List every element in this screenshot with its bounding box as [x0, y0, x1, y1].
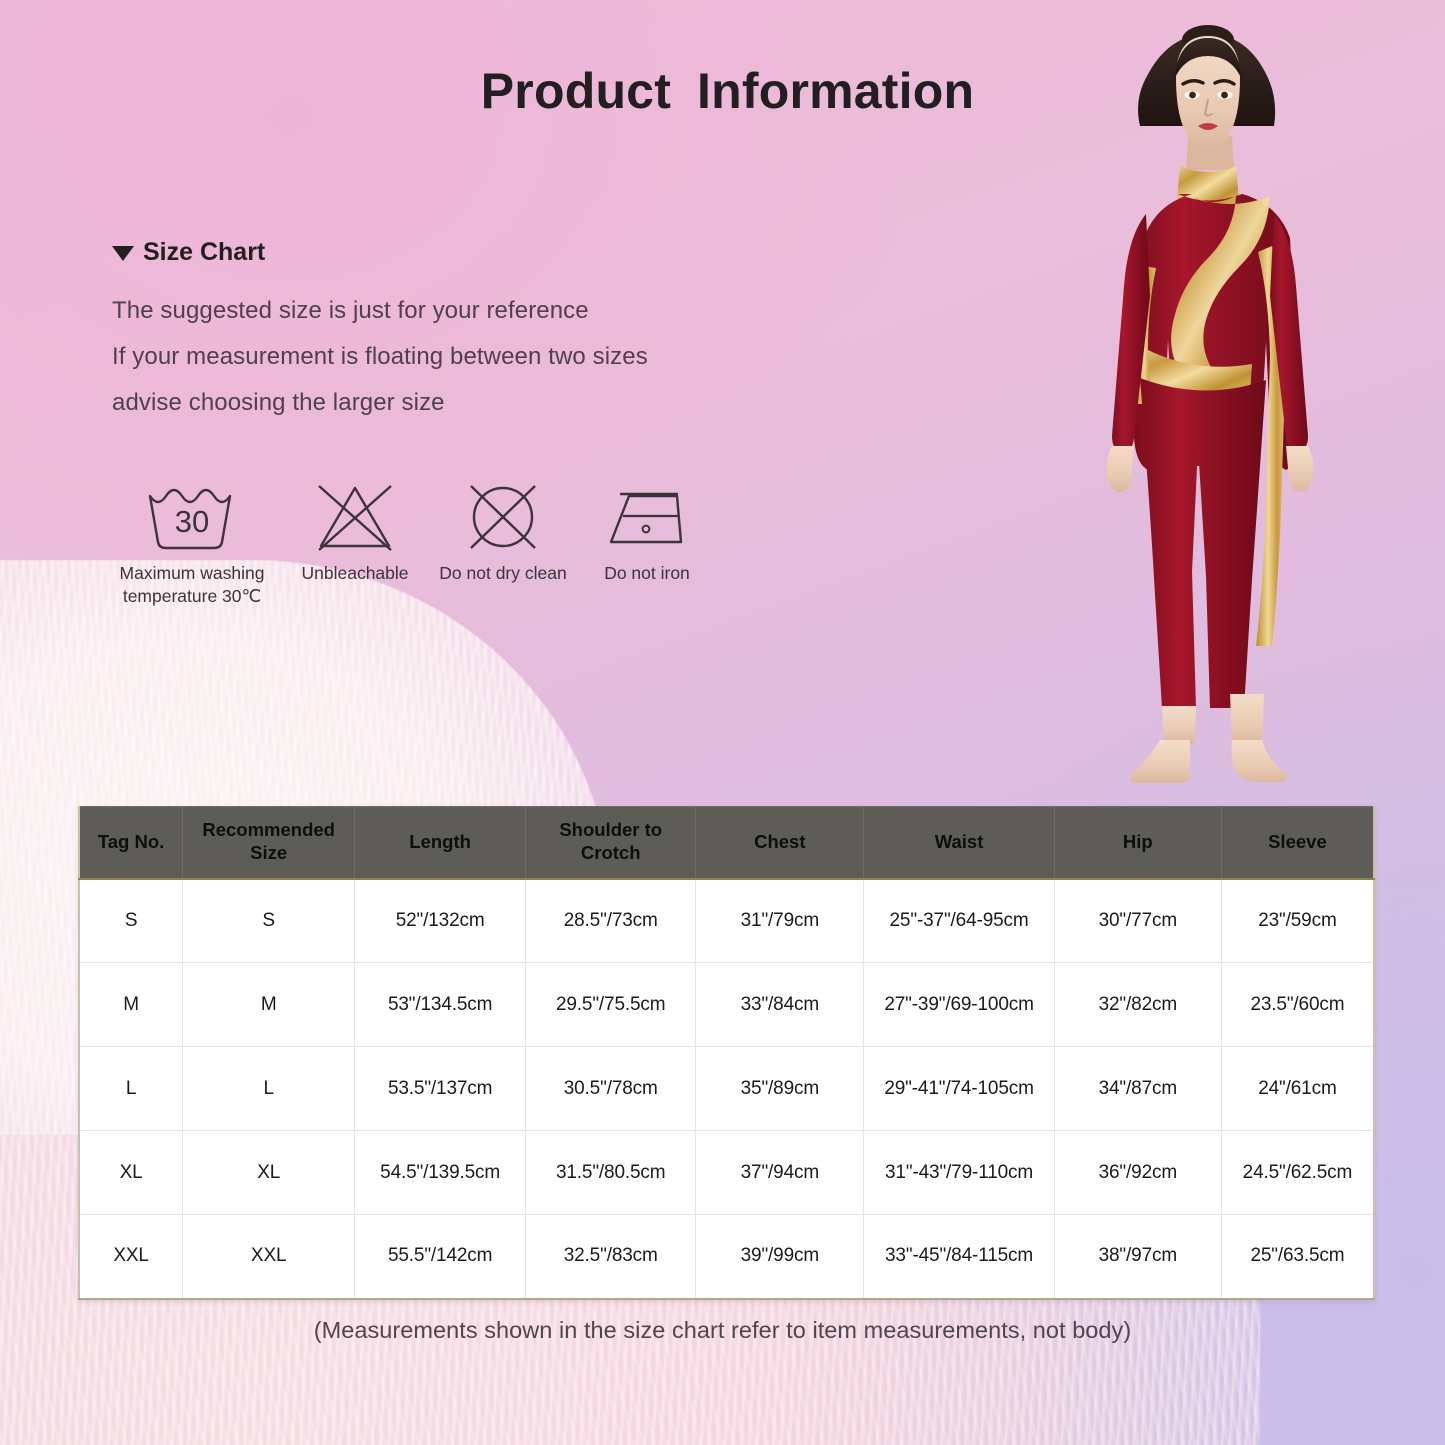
cell-length: 55.5"/142cm: [354, 1214, 527, 1300]
table-row: L L 53.5"/137cm 30.5"/78cm 35"/89cm 29"-…: [78, 1046, 1375, 1131]
triangle-down-icon: [112, 246, 134, 261]
header-line: Shoulder to: [559, 819, 663, 841]
cell-length: 53.5"/137cm: [354, 1046, 527, 1131]
cell-waist: 25"-37"/64-95cm: [863, 878, 1055, 963]
cell-chest: 39"/99cm: [695, 1214, 865, 1300]
care-symbol-unbleachable: Unbleachable: [281, 478, 429, 585]
column-header-length: Length: [354, 806, 527, 880]
table-row: XL XL 54.5"/139.5cm 31.5"/80.5cm 37"/94c…: [78, 1130, 1375, 1215]
size-chart-note-1: The suggested size is just for your refe…: [112, 297, 589, 324]
cell-shoulder-to-crotch: 29.5"/75.5cm: [525, 962, 697, 1047]
cell-tag-no: L: [78, 1046, 184, 1131]
cell-recommended-size: XXL: [182, 1214, 356, 1300]
header-line: Size: [250, 842, 288, 864]
cell-sleeve: 24"/61cm: [1220, 1046, 1375, 1131]
column-header-hip: Hip: [1053, 806, 1222, 880]
header-line: Sleeve: [1268, 830, 1327, 852]
cell-hip: 32"/82cm: [1053, 962, 1222, 1047]
cell-shoulder-to-crotch: 31.5"/80.5cm: [525, 1130, 697, 1215]
no-iron-icon: [601, 478, 693, 556]
cell-waist: 33"-45"/84-115cm: [863, 1214, 1055, 1300]
cell-hip: 34"/87cm: [1053, 1046, 1222, 1131]
header-line: Waist: [934, 830, 984, 852]
cell-chest: 33"/84cm: [695, 962, 865, 1047]
table-header-row: Tag No. Recommended Size Length Shoulder…: [78, 806, 1375, 880]
cell-tag-no: XL: [78, 1130, 184, 1215]
cell-recommended-size: S: [182, 878, 356, 963]
no-dry-clean-circle-icon: [461, 478, 545, 556]
care-symbol-no-iron: Do not iron: [577, 478, 717, 585]
cell-recommended-size: XL: [182, 1130, 356, 1215]
cell-waist: 31"-43"/79-110cm: [863, 1130, 1055, 1215]
size-chart-note-3: advise choosing the larger size: [112, 389, 445, 417]
size-chart-note-2: If your measurement is floating between …: [112, 343, 648, 371]
size-chart-table: Tag No. Recommended Size Length Shoulder…: [78, 806, 1375, 1300]
column-header-sleeve: Sleeve: [1220, 806, 1375, 880]
cell-hip: 38"/97cm: [1053, 1214, 1222, 1300]
size-chart-section: Size Chart The suggested size is just fo…: [112, 238, 872, 426]
column-header-chest: Chest: [695, 806, 865, 880]
care-symbol-label: Do not iron: [604, 563, 690, 583]
cell-sleeve: 24.5"/62.5cm: [1220, 1130, 1375, 1215]
wash-tub-30-icon: 30: [142, 478, 242, 556]
cell-recommended-size: L: [182, 1046, 356, 1131]
cell-shoulder-to-crotch: 28.5"/73cm: [525, 878, 697, 963]
cell-length: 53"/134.5cm: [354, 962, 527, 1047]
cell-sleeve: 25"/63.5cm: [1220, 1214, 1375, 1300]
page-title: Product Information: [0, 62, 1445, 120]
svg-text:30: 30: [175, 504, 209, 539]
page-title-word-1: Product: [480, 63, 672, 119]
size-chart-heading-label: Size Chart: [143, 238, 266, 266]
care-symbol-label: Unbleachable: [301, 563, 409, 583]
header-line: Tag No.: [97, 830, 165, 852]
header-line: Hip: [1122, 830, 1153, 852]
cell-length: 54.5"/139.5cm: [354, 1130, 527, 1215]
cell-sleeve: 23"/59cm: [1220, 878, 1375, 963]
cell-hip: 36"/92cm: [1053, 1130, 1222, 1215]
size-chart-heading: Size Chart: [112, 238, 872, 267]
measurements-disclaimer: (Measurements shown in the size chart re…: [313, 1317, 1132, 1343]
cell-chest: 31"/79cm: [695, 878, 865, 963]
header-line: Recommended: [202, 819, 335, 841]
table-row: M M 53"/134.5cm 29.5"/75.5cm 33"/84cm 27…: [78, 962, 1375, 1047]
page-title-word-2: Information: [697, 63, 975, 119]
cell-sleeve: 23.5"/60cm: [1220, 962, 1375, 1047]
cell-chest: 37"/94cm: [695, 1130, 865, 1215]
column-header-tag-no: Tag No.: [78, 806, 184, 880]
column-header-shoulder-to-crotch: Shoulder to Crotch: [525, 806, 697, 880]
cell-shoulder-to-crotch: 30.5"/78cm: [525, 1046, 697, 1131]
cell-tag-no: M: [78, 962, 184, 1047]
care-symbol-label: Do not dry clean: [439, 563, 567, 583]
cell-shoulder-to-crotch: 32.5"/83cm: [525, 1214, 697, 1300]
no-bleach-triangle-icon: [311, 478, 399, 556]
care-symbol-max-wash-temp: 30 Maximum washing temperature 30℃: [103, 478, 281, 609]
cell-waist: 29"-41"/74-105cm: [863, 1046, 1055, 1131]
header-line: Chest: [754, 830, 806, 852]
header-line: Crotch: [580, 842, 641, 864]
care-symbol-no-dry-clean: Do not dry clean: [429, 478, 577, 585]
header-line: Length: [409, 830, 471, 852]
table-row: S S 52"/132cm 28.5"/73cm 31"/79cm 25"-37…: [78, 878, 1375, 963]
care-symbols-row: 30 Maximum washing temperature 30℃ Unble…: [103, 478, 717, 609]
cell-chest: 35"/89cm: [695, 1046, 865, 1131]
cell-tag-no: S: [78, 878, 184, 963]
cell-hip: 30"/77cm: [1053, 878, 1222, 963]
column-header-recommended-size: Recommended Size: [182, 806, 356, 880]
table-row: XXL XXL 55.5"/142cm 32.5"/83cm 39"/99cm …: [78, 1214, 1375, 1300]
cell-waist: 27"-39"/69-100cm: [863, 962, 1055, 1047]
model-photo: [1040, 18, 1380, 808]
care-symbol-label: Maximum washing temperature 30℃: [119, 563, 265, 607]
cell-length: 52"/132cm: [354, 878, 527, 963]
cell-recommended-size: M: [182, 962, 356, 1047]
column-header-waist: Waist: [863, 806, 1055, 880]
cell-tag-no: XXL: [78, 1214, 184, 1300]
